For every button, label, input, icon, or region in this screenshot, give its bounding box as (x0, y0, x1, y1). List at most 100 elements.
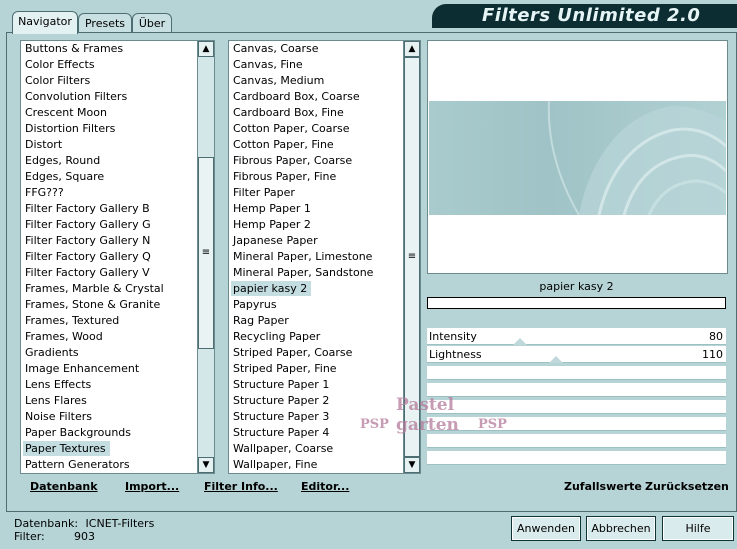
list-item[interactable]: Distort (21, 137, 199, 153)
list-item[interactable]: Distortion Filters (21, 121, 199, 137)
filter-info-button[interactable]: Filter Info... (204, 480, 278, 493)
scroll-down-icon[interactable]: ▼ (198, 457, 214, 473)
list-item[interactable]: Canvas, Fine (229, 57, 405, 73)
list-item[interactable]: Cotton Paper, Coarse (229, 121, 405, 137)
list-item[interactable]: Structure Paper 1 (229, 377, 405, 393)
random-button[interactable]: Zufallswerte (564, 480, 642, 493)
list-item[interactable]: Striped Paper, Fine (229, 361, 405, 377)
scroll-down-icon[interactable]: ▼ (404, 457, 420, 473)
list-item[interactable]: Structure Paper 3 (229, 409, 405, 425)
list-item[interactable]: Color Filters (21, 73, 199, 89)
list-item[interactable]: Frames, Marble & Crystal (21, 281, 199, 297)
list-item[interactable]: Color Effects (21, 57, 199, 73)
list-item-label: Color Filters (25, 74, 91, 87)
list-item-label: Gradients (25, 346, 79, 359)
list-item[interactable]: Paper Textures (21, 441, 199, 457)
preview-panel (427, 40, 728, 274)
list-item[interactable]: Paper Backgrounds (21, 425, 199, 441)
list-item[interactable]: papier kasy 2 (229, 281, 405, 297)
list-item[interactable]: Canvas, Coarse (229, 41, 405, 57)
list-item-label: Frames, Stone & Granite (25, 298, 161, 311)
list-item-label: Filter Factory Gallery B (25, 202, 150, 215)
preview-caption: papier kasy 2 (539, 280, 614, 293)
tab-uber[interactable]: Über (132, 13, 172, 33)
list-item[interactable]: Pattern Generators (21, 457, 199, 473)
apply-button[interactable]: Anwenden (511, 516, 581, 541)
list-item-label: Filter Factory Gallery N (25, 234, 151, 247)
cancel-button[interactable]: Abbrechen (586, 516, 656, 541)
list-item[interactable]: Edges, Round (21, 153, 199, 169)
list-item-label: Filter Factory Gallery Q (25, 250, 151, 263)
filter-list[interactable]: Canvas, Coarse Canvas, Fine Canvas, Medium… (228, 40, 406, 474)
filter-scrollbar[interactable]: ▲ ≡ ▼ (403, 40, 421, 474)
slider-intensity[interactable]: Intensity 80 (427, 328, 726, 345)
tab-navigator[interactable]: Navigator (12, 11, 78, 34)
filter-scroll-thumb[interactable]: ≡ (404, 57, 420, 457)
slider-thumb[interactable] (513, 338, 527, 345)
import-button[interactable]: Import... (125, 480, 179, 493)
slider-thumb[interactable] (549, 356, 563, 363)
import-label: Import... (125, 480, 180, 493)
list-item[interactable]: Edges, Square (21, 169, 199, 185)
list-item[interactable]: Wallpaper, Fine (229, 457, 405, 473)
list-item[interactable]: Filter Factory Gallery V (21, 265, 199, 281)
list-item[interactable]: Mineral Paper, Limestone (229, 249, 405, 265)
list-item[interactable]: Convolution Filters (21, 89, 199, 105)
list-item[interactable]: Frames, Wood (21, 329, 199, 345)
help-button[interactable]: Hilfe (662, 516, 734, 541)
list-item[interactable]: Gradients (21, 345, 199, 361)
list-item[interactable]: Striped Paper, Coarse (229, 345, 405, 361)
list-item[interactable]: Structure Paper 2 (229, 393, 405, 409)
slider-lightness[interactable]: Lightness 110 (427, 346, 726, 363)
list-item[interactable]: Noise Filters (21, 409, 199, 425)
list-item[interactable]: Filter Factory Gallery Q (21, 249, 199, 265)
list-item[interactable]: Filter Factory Gallery B (21, 201, 199, 217)
list-item[interactable]: Structure Paper 4 (229, 425, 405, 441)
category-scroll-thumb[interactable]: ≡ (198, 157, 214, 349)
tab-presets[interactable]: Presets (78, 13, 132, 33)
list-item[interactable]: Hemp Paper 1 (229, 201, 405, 217)
list-item[interactable]: Image Enhancement (21, 361, 199, 377)
scroll-up-icon[interactable]: ▲ (404, 41, 420, 57)
filter-count-label: Filter: (14, 530, 45, 543)
list-item[interactable]: Wallpaper, Coarse (229, 441, 405, 457)
list-item[interactable]: Frames, Stone & Granite (21, 297, 199, 313)
list-item[interactable]: Hemp Paper 2 (229, 217, 405, 233)
list-item-label: Pattern Generators (25, 458, 130, 471)
list-item[interactable]: Crescent Moon (21, 105, 199, 121)
list-item[interactable]: Lens Flares (21, 393, 199, 409)
list-item-label: Lens Effects (25, 378, 92, 391)
reset-button[interactable]: Zurücksetzen (645, 480, 729, 493)
list-item[interactable]: Buttons & Frames (21, 41, 199, 57)
list-item[interactable]: Cotton Paper, Fine (229, 137, 405, 153)
list-item[interactable]: Lens Effects (21, 377, 199, 393)
category-scrollbar[interactable]: ▲ ≡ ▼ (197, 40, 215, 474)
list-item[interactable]: Papyrus (229, 297, 405, 313)
editor-button[interactable]: Editor... (301, 480, 349, 493)
list-item[interactable]: Cardboard Box, Coarse (229, 89, 405, 105)
database-button[interactable]: Datenbank (30, 480, 98, 493)
list-item-label: Cotton Paper, Coarse (233, 122, 350, 135)
slider-value: 80 (709, 330, 723, 343)
list-item-label: Fibrous Paper, Coarse (233, 154, 353, 167)
list-item[interactable]: Canvas, Medium (229, 73, 405, 89)
scroll-up-icon[interactable]: ▲ (198, 41, 214, 57)
list-item[interactable]: Cardboard Box, Fine (229, 105, 405, 121)
list-item[interactable]: FFG??? (21, 185, 199, 201)
list-item[interactable]: Recycling Paper (229, 329, 405, 345)
list-item-label: Frames, Marble & Crystal (25, 282, 164, 295)
list-item[interactable]: Filter Factory Gallery G (21, 217, 199, 233)
list-item-label: Papyrus (233, 298, 277, 311)
category-list[interactable]: Buttons & Frames Color Effects Color Filte… (20, 40, 200, 474)
list-item[interactable]: Japanese Paper (229, 233, 405, 249)
list-item[interactable]: Fibrous Paper, Coarse (229, 153, 405, 169)
preview-image (429, 100, 727, 216)
list-item[interactable]: Mineral Paper, Sandstone (229, 265, 405, 281)
list-item-label: Crescent Moon (25, 106, 107, 119)
list-item[interactable]: Frames, Textured (21, 313, 199, 329)
list-item[interactable]: Filter Paper (229, 185, 405, 201)
parameter-sliders: Intensity 80 Lightness 110 (427, 328, 726, 472)
list-item[interactable]: Rag Paper (229, 313, 405, 329)
list-item[interactable]: Fibrous Paper, Fine (229, 169, 405, 185)
list-item[interactable]: Filter Factory Gallery N (21, 233, 199, 249)
